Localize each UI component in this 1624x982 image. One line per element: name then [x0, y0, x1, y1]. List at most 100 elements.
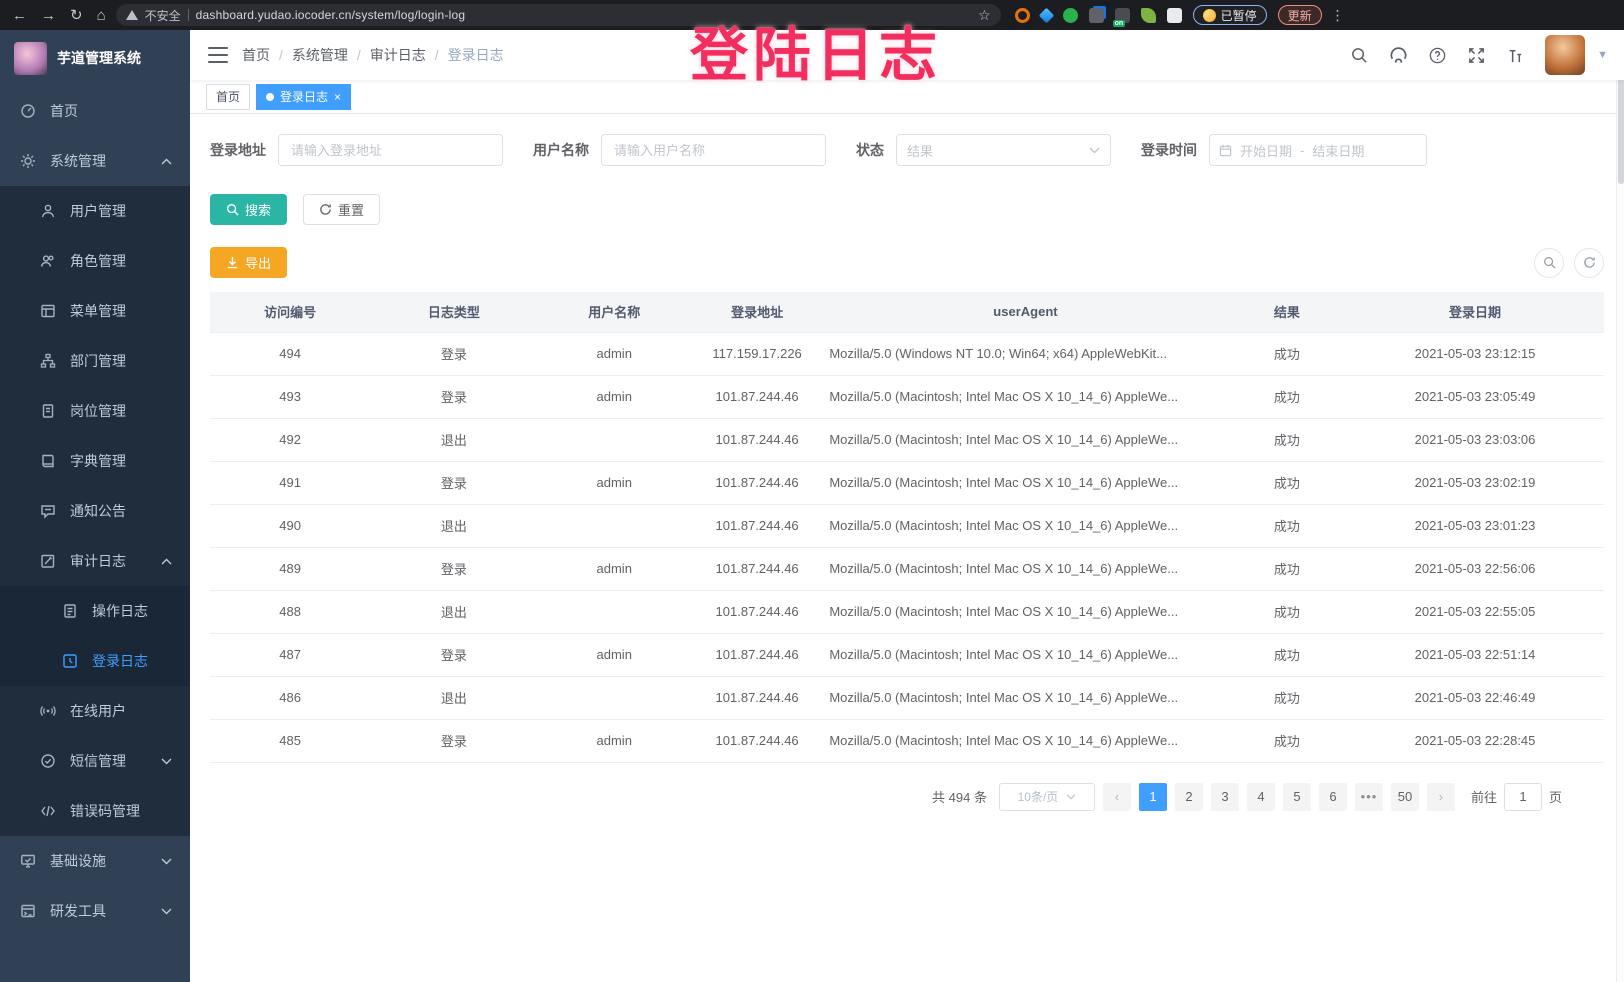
sidebar-item-audit-log[interactable]: 审计日志 [0, 536, 190, 586]
sidebar-toggle-icon[interactable] [208, 47, 228, 63]
page-button-4[interactable]: 4 [1247, 783, 1275, 811]
help-icon[interactable] [1428, 46, 1447, 65]
page-size-select[interactable]: 10条/页 [999, 783, 1095, 811]
browser-forward-icon[interactable]: → [41, 7, 56, 24]
tag-home[interactable]: 首页 [206, 84, 250, 110]
cell-type: 登录 [370, 633, 537, 676]
page-button-3[interactable]: 3 [1211, 783, 1239, 811]
cell-result: 成功 [1228, 547, 1346, 590]
sidebar-item-label: 首页 [50, 101, 78, 121]
status-select[interactable]: 结果 [896, 134, 1111, 166]
sidebar-item-infrastructure[interactable]: 基础设施 [0, 836, 190, 886]
browser-menu-icon[interactable]: ⋮ [1331, 7, 1345, 24]
sidebar-item-posts[interactable]: 岗位管理 [0, 386, 190, 436]
header-search-icon[interactable] [1350, 46, 1369, 65]
browser-home-icon[interactable]: ⌂ [97, 7, 106, 24]
browser-reload-icon[interactable]: ↻ [70, 6, 83, 24]
tag-close-icon[interactable]: × [334, 90, 341, 104]
scrollbar[interactable] [1616, 30, 1624, 982]
next-page-button[interactable]: › [1427, 783, 1455, 811]
extension-orange-icon[interactable] [1015, 8, 1030, 23]
end-date-placeholder[interactable]: 结束日期 [1312, 141, 1364, 160]
login-address-input[interactable] [278, 134, 503, 166]
app-title: 芋道管理系统 [57, 48, 141, 68]
extension-puzzle-icon[interactable] [1167, 8, 1182, 23]
cell-address: 101.87.244.46 [691, 418, 823, 461]
org-tree-icon [40, 353, 56, 369]
extension-grid-icon[interactable] [1089, 8, 1104, 23]
date-range-picker[interactable]: 开始日期 - 结束日期 [1209, 134, 1427, 166]
tag-login-log[interactable]: 登录日志 × [256, 84, 351, 110]
goto-page-input[interactable] [1504, 783, 1542, 811]
dictionary-icon [40, 453, 56, 469]
sidebar-item-departments[interactable]: 部门管理 [0, 336, 190, 386]
chevron-down-icon [161, 908, 172, 915]
start-date-placeholder[interactable]: 开始日期 [1240, 141, 1292, 160]
page-button-2[interactable]: 2 [1175, 783, 1203, 811]
font-size-icon[interactable] [1506, 46, 1525, 65]
sidebar-item-dictionary[interactable]: 字典管理 [0, 436, 190, 486]
extension-leaf-icon[interactable] [1141, 8, 1156, 23]
page-button-5[interactable]: 5 [1283, 783, 1311, 811]
prev-page-button[interactable]: ‹ [1103, 783, 1131, 811]
cell-result: 成功 [1228, 461, 1346, 504]
breadcrumb-system[interactable]: 系统管理 [292, 45, 348, 65]
chevron-up-icon [161, 558, 172, 565]
extension-list-icon[interactable]: on [1115, 8, 1130, 23]
sidebar-item-login-log[interactable]: 登录日志 [0, 636, 190, 686]
address-bar[interactable]: 不安全 dashboard.yudao.iocoder.cn/system/lo… [116, 4, 1001, 26]
update-label: 更新 [1288, 7, 1312, 24]
sidebar-item-announcements[interactable]: 通知公告 [0, 486, 190, 536]
page-ellipsis[interactable]: ••• [1355, 783, 1383, 811]
extension-green-circle-icon[interactable] [1063, 8, 1078, 23]
search-button[interactable]: 搜索 [210, 194, 287, 225]
refresh-table-button[interactable] [1574, 248, 1604, 278]
url-text[interactable]: dashboard.yudao.iocoder.cn/system/log/lo… [196, 8, 466, 22]
username-input[interactable] [601, 134, 826, 166]
filter-username: 用户名称 [533, 134, 826, 166]
fullscreen-icon[interactable] [1467, 46, 1486, 65]
cell-user: admin [538, 547, 691, 590]
export-button[interactable]: 导出 [210, 247, 287, 278]
url-divider [188, 9, 189, 21]
sidebar-item-online-users[interactable]: 在线用户 [0, 686, 190, 736]
sidebar-item-sms[interactable]: 短信管理 [0, 736, 190, 786]
sidebar-item-roles[interactable]: 角色管理 [0, 236, 190, 286]
sidebar-item-menus[interactable]: 菜单管理 [0, 286, 190, 336]
user-avatar[interactable] [1545, 35, 1585, 75]
cell-date: 2021-05-03 23:03:06 [1346, 418, 1604, 461]
avatar-caret-icon[interactable]: ▼ [1597, 49, 1608, 61]
security-label[interactable]: 不安全 [145, 7, 181, 24]
github-icon[interactable] [1389, 46, 1408, 65]
app-logo-row[interactable]: 芋道管理系统 [0, 30, 190, 86]
cell-type: 退出 [370, 590, 537, 633]
page-button-50[interactable]: 50 [1391, 783, 1419, 811]
sidebar-item-label: 研发工具 [50, 901, 106, 921]
cell-result: 成功 [1228, 332, 1346, 375]
reset-button[interactable]: 重置 [303, 194, 380, 225]
extension-gem-icon[interactable] [1038, 7, 1054, 23]
breadcrumb-separator: / [279, 47, 283, 63]
sidebar-item-system[interactable]: 系统管理 [0, 136, 190, 186]
browser-update-button[interactable]: 更新 [1278, 5, 1322, 25]
bookmark-star-icon[interactable]: ☆ [978, 7, 991, 24]
toggle-search-button[interactable] [1534, 248, 1564, 278]
page-content: 登录地址 用户名称 状态 结果 登 [190, 114, 1624, 982]
page-button-1[interactable]: 1 [1139, 783, 1167, 811]
sidebar-item-dev-tools[interactable]: 研发工具 [0, 886, 190, 936]
cell-date: 2021-05-03 22:51:14 [1346, 633, 1604, 676]
cell-user: admin [538, 633, 691, 676]
sidebar-item-home[interactable]: 首页 [0, 86, 190, 136]
breadcrumb-home[interactable]: 首页 [242, 45, 270, 65]
infrastructure-icon [20, 853, 36, 869]
sms-icon [40, 753, 56, 769]
sidebar-item-users[interactable]: 用户管理 [0, 186, 190, 236]
cell-address: 117.159.17.226 [691, 332, 823, 375]
page-button-6[interactable]: 6 [1319, 783, 1347, 811]
cell-user [538, 418, 691, 461]
browser-back-icon[interactable]: ← [12, 7, 27, 24]
sidebar-item-operation-log[interactable]: 操作日志 [0, 586, 190, 636]
paused-extension-badge[interactable]: 已暂停 [1193, 5, 1267, 25]
sidebar-item-error-codes[interactable]: 错误码管理 [0, 786, 190, 836]
breadcrumb-audit-log[interactable]: 审计日志 [370, 45, 426, 65]
